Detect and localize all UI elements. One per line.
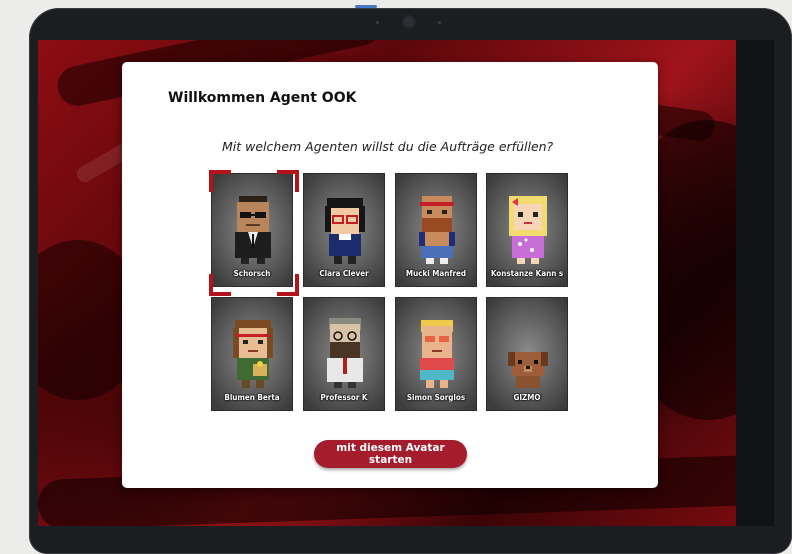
avatar-name: GIZMO bbox=[513, 393, 541, 402]
selection-corner bbox=[209, 170, 231, 192]
avatar-professor-icon bbox=[327, 318, 363, 388]
avatar-name: Clara Clever bbox=[319, 269, 369, 278]
start-with-avatar-button[interactable]: mit diesem Avatar starten bbox=[314, 440, 467, 468]
screen-right-edge bbox=[736, 40, 774, 526]
avatar-card-konstanze[interactable]: Konstanze Kann s bbox=[486, 173, 568, 287]
avatar-clara-icon bbox=[325, 198, 365, 264]
avatar-name: Mucki Manfred bbox=[405, 269, 467, 278]
avatar-mucki-icon bbox=[419, 196, 455, 264]
sensor-dot bbox=[438, 21, 441, 24]
avatar-name: Konstanze Kann s bbox=[490, 269, 564, 278]
selection-corner bbox=[209, 274, 231, 296]
avatar-simon-icon bbox=[420, 320, 454, 388]
avatar-berta-icon bbox=[233, 320, 273, 388]
avatar-gizmo-dog-icon bbox=[508, 352, 548, 388]
avatar-card-clara-clever[interactable]: Clara Clever bbox=[303, 173, 385, 287]
avatar-name: Professor K bbox=[320, 393, 368, 402]
selection-corner bbox=[277, 170, 299, 192]
sensor-dot bbox=[376, 21, 379, 24]
avatar-konstanze-icon bbox=[509, 196, 547, 264]
avatar-card-simon-sorglos[interactable]: Simon Sorglos bbox=[395, 297, 477, 411]
avatar-schorsch-icon bbox=[235, 196, 271, 264]
avatar-name: Blumen Berta bbox=[224, 393, 280, 402]
selection-corner bbox=[277, 274, 299, 296]
avatar-card-mucki-manfred[interactable]: Mucki Manfred bbox=[395, 173, 477, 287]
avatar-card-gizmo[interactable]: GIZMO bbox=[486, 297, 568, 411]
avatar-name: Simon Sorglos bbox=[406, 393, 466, 402]
top-accent bbox=[355, 5, 377, 8]
camera-icon bbox=[404, 17, 414, 27]
dialog-title: Willkommen Agent OOK bbox=[168, 90, 357, 106]
avatar-card-blumen-berta[interactable]: Blumen Berta bbox=[211, 297, 293, 411]
avatar-card-professor-k[interactable]: Professor K bbox=[303, 297, 385, 411]
avatar-select-dialog: Willkommen Agent OOK Mit welchem Agenten… bbox=[122, 62, 658, 488]
agent-question: Mit welchem Agenten willst du die Aufträ… bbox=[222, 139, 554, 154]
